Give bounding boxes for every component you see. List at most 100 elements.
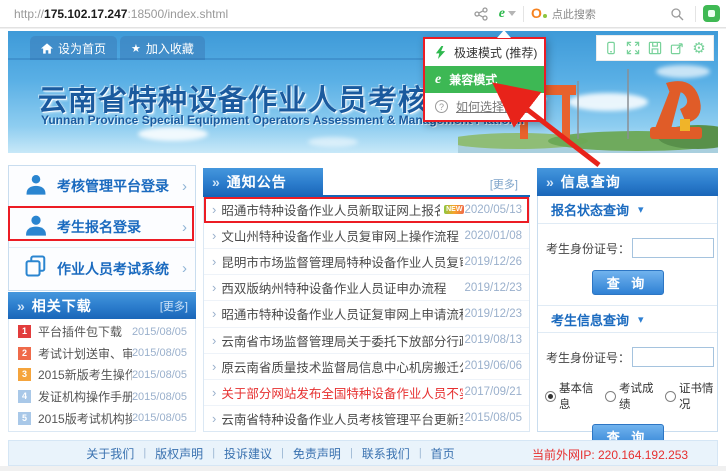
notices-title: 通知公告	[227, 172, 287, 192]
footer-link-complaint[interactable]: 投诉建议	[224, 445, 272, 462]
rank-badge: 5	[18, 412, 31, 425]
query-panel: 报名状态查询 ▾ 考生身份证号： 查 询 考生信息查询 ▾ 考生身份证号：	[537, 196, 718, 432]
download-item[interactable]: 1 平台插件包下载 2015/08/05	[9, 321, 195, 343]
chevron-right-icon: ›	[182, 178, 187, 195]
query-title: 信息查询	[561, 172, 621, 192]
footer-link-disclaimer[interactable]: 免责声明	[293, 445, 341, 462]
search-engine-icon: O	[531, 5, 547, 23]
menu-item-compat-mode[interactable]: e 兼容模式	[425, 66, 544, 93]
downloads-more-link[interactable]: [更多]	[160, 298, 188, 314]
url-field[interactable]: http://175.102.17.247:18500/index.shtml	[14, 7, 228, 21]
browser-address-bar: http://175.102.17.247:18500/index.shtml …	[0, 0, 726, 28]
browser-kernel-button[interactable]: e	[499, 6, 516, 22]
downloads-title: 相关下载	[32, 296, 92, 316]
bullet-arrow-icon: ›	[212, 254, 216, 269]
person-icon	[23, 213, 57, 242]
notice-item[interactable]: › 西双版纳州特种设备作业人员证申办流程 2019/12/23	[204, 275, 529, 301]
download-item[interactable]: 3 2015新版考生操作... 2015/08/05	[9, 364, 195, 386]
notices-header: » 通知公告 [更多]	[203, 168, 530, 196]
share-page-icon[interactable]	[666, 37, 688, 59]
download-item[interactable]: 5 2015版考试机构操... 2015/08/05	[9, 407, 195, 429]
bullet-arrow-icon: ›	[212, 280, 216, 295]
set-home-tab[interactable]: 设为首页	[30, 36, 117, 60]
login-label: 考核管理平台登录	[57, 176, 169, 196]
status-id-input[interactable]	[632, 238, 714, 258]
footer-link-about[interactable]: 关于我们	[86, 445, 134, 462]
add-favorite-tab[interactable]: ★ 加入收藏	[120, 36, 205, 60]
person-icon	[23, 172, 57, 201]
separator: |	[350, 447, 353, 459]
notice-item[interactable]: › 云南省市场监督管理局关于委托下放部分行政许可... 2019/08/13	[204, 328, 529, 354]
download-item[interactable]: 4 发证机构操作手册 2015/08/05	[9, 386, 195, 408]
rank-badge: 1	[18, 325, 31, 338]
divider	[695, 6, 696, 22]
kernel-help-label: 如何选择内核	[456, 98, 528, 115]
notice-item[interactable]: › 原云南省质量技术监督局信息中心机房搬迁公告 2019/06/06	[204, 354, 529, 380]
notice-item[interactable]: › 昭通市特种设备作业人员新取证网上报名流程 NEW 2020/05/13	[204, 197, 529, 223]
notice-item-alert[interactable]: › 关于部分网站发布全国特种设备作业人员不实信息... 2017/09/21	[204, 380, 529, 406]
fullscreen-icon[interactable]	[622, 37, 644, 59]
browser-logo-icon[interactable]	[703, 5, 720, 22]
bullet-arrow-icon: ›	[212, 333, 216, 348]
page-tools-toolbar: ⚙	[596, 35, 714, 61]
notices-tab[interactable]: » 通知公告	[203, 168, 323, 196]
login-link-candidate-registration[interactable]: 考生报名登录 ›	[9, 207, 195, 248]
notice-item[interactable]: › 云南省特种设备作业人员考核管理平台更新至20... 2015/08/05	[204, 406, 529, 431]
download-item[interactable]: 2 考试计划送审、审核 ... 2015/08/05	[9, 343, 195, 365]
url-rest: :18500/index.shtml	[127, 7, 228, 21]
registration-status-section[interactable]: 报名状态查询 ▾	[538, 196, 717, 224]
settings-gear-icon[interactable]: ⚙	[688, 37, 710, 59]
search-input[interactable]: O 点此搜索	[531, 5, 659, 23]
footer-link-copyright[interactable]: 版权声明	[155, 445, 203, 462]
url-prefix: http://	[14, 7, 44, 21]
id-number-label: 考生身份证号：	[546, 349, 630, 366]
menu-caret	[497, 30, 511, 38]
star-icon: ★	[131, 42, 141, 55]
chevron-right-icon: ›	[182, 219, 187, 236]
notice-item[interactable]: › 昭通市特种设备作业人员证复审网上申请流程及相... 2019/12/23	[204, 301, 529, 327]
menu-item-kernel-help[interactable]: ? 如何选择内核	[425, 93, 544, 120]
bullet-arrow-icon: ›	[212, 306, 216, 321]
radio-certificate-status[interactable]: 证书情况	[665, 380, 717, 412]
rank-badge: 2	[18, 347, 31, 360]
documents-icon	[23, 254, 57, 283]
id-number-label: 考生身份证号：	[546, 240, 630, 257]
bullet-arrow-icon: ›	[212, 202, 216, 217]
radio-selected-icon	[545, 391, 556, 402]
section-arrow-icon: »	[17, 298, 25, 314]
login-panel: 考核管理平台登录 › 考生报名登录 › 作业人员考试系统 ›	[8, 165, 196, 291]
rank-badge: 3	[18, 368, 31, 381]
bullet-arrow-icon: ›	[212, 228, 216, 243]
radio-exam-score[interactable]: 考试成绩	[605, 380, 657, 412]
status-query-button[interactable]: 查 询	[592, 270, 664, 295]
new-badge: NEW	[444, 205, 464, 214]
mobile-icon[interactable]	[600, 37, 622, 59]
radio-basic-info[interactable]: 基本信息	[545, 380, 597, 412]
login-link-operator-exam-system[interactable]: 作业人员考试系统 ›	[9, 248, 195, 289]
notice-item[interactable]: › 文山州特种设备作业人员复审网上操作流程 2020/01/08	[204, 223, 529, 249]
home-icon	[41, 43, 53, 54]
compat-mode-label: 兼容模式	[449, 71, 497, 88]
search-icon[interactable]	[666, 3, 688, 25]
footer-link-contact[interactable]: 联系我们	[362, 445, 410, 462]
section-arrow-icon: »	[546, 174, 554, 190]
menu-item-speed-mode[interactable]: 极速模式 (推荐)	[425, 39, 544, 66]
downloads-list: 1 平台插件包下载 2015/08/05 2 考试计划送审、审核 ... 201…	[8, 319, 196, 432]
bullet-arrow-icon: ›	[212, 411, 216, 426]
chevron-down-icon: ▾	[638, 203, 644, 216]
notices-more-link[interactable]: [更多]	[490, 176, 518, 192]
share-icon[interactable]	[470, 3, 492, 25]
footer-link-home[interactable]: 首页	[431, 445, 455, 462]
screenshot-root: http://175.102.17.247:18500/index.shtml …	[0, 0, 726, 471]
external-ip-text: 当前外网IP: 220.164.192.253	[532, 446, 688, 463]
notice-item[interactable]: › 昆明市市场监督管理局特种设备作业人员复审流程... 2019/12/26	[204, 249, 529, 275]
info-id-input[interactable]	[632, 347, 714, 367]
add-favorite-label: 加入收藏	[146, 40, 194, 57]
separator: |	[419, 447, 422, 459]
login-link-assessment-platform[interactable]: 考核管理平台登录 ›	[9, 166, 195, 207]
radio-icon	[605, 391, 616, 402]
notices-list: › 昭通市特种设备作业人员新取证网上报名流程 NEW 2020/05/13 › …	[203, 197, 530, 432]
url-host: 175.102.17.247	[44, 7, 127, 21]
candidate-info-section[interactable]: 考生信息查询 ▾	[538, 305, 717, 333]
save-icon[interactable]	[644, 37, 666, 59]
